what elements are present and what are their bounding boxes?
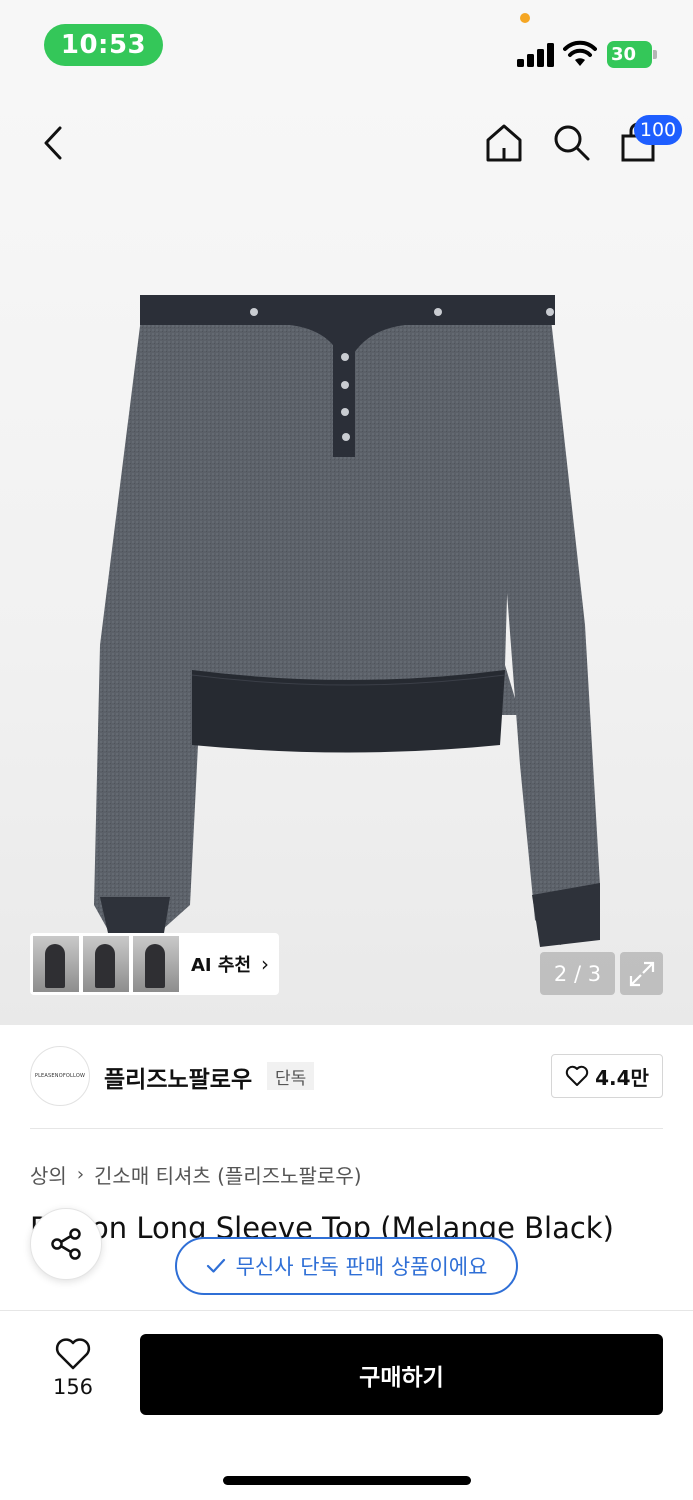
divider — [30, 1128, 663, 1129]
product-like-button[interactable]: 156 — [40, 1337, 106, 1405]
ai-recommend-thumbnail — [33, 936, 79, 992]
breadcrumb-category[interactable]: 상의 — [30, 1160, 67, 1189]
home-icon — [486, 124, 522, 162]
brand-name[interactable]: 플리즈노팔로우 — [104, 1060, 252, 1094]
brand-like-button[interactable]: 4.4만 — [551, 1054, 663, 1098]
chevron-right-icon: › — [261, 952, 270, 976]
back-arrow-icon — [44, 126, 62, 160]
product-like-count: 156 — [52, 1375, 94, 1399]
home-button[interactable] — [480, 118, 528, 166]
brand-like-count: 4.4만 — [595, 1065, 649, 1090]
heart-icon — [565, 1065, 589, 1086]
heart-icon — [55, 1338, 91, 1370]
product-photo — [94, 295, 600, 947]
exclusive-sale-text: 무신사 단독 판매 상품이에요 — [235, 1255, 488, 1279]
breadcrumb: 상의 › 긴소매 티셔츠 (플리즈노팔로우) — [30, 1160, 362, 1189]
battery-tip — [653, 50, 657, 59]
ai-recommend-thumbnail — [83, 936, 129, 992]
image-page-indicator: 2 / 3 — [540, 952, 615, 995]
signal-icon — [517, 43, 554, 67]
status-time: 10:53 — [44, 24, 163, 66]
search-icon — [554, 125, 590, 161]
battery-level: 30 — [607, 41, 652, 68]
buy-button[interactable]: 구매하기 — [140, 1334, 663, 1415]
exclusive-sale-toast: 무신사 단독 판매 상품이에요 — [175, 1237, 518, 1295]
battery-icon: 30 — [607, 41, 657, 68]
brand-logo[interactable]: PLEASENOFOLLOW — [30, 1046, 90, 1106]
mic-indicator-dot — [520, 13, 530, 23]
ai-recommend-card[interactable]: AI 추천 › — [30, 933, 279, 995]
bottom-action-bar: 156 구매하기 — [0, 1310, 693, 1500]
ai-recommend-label: AI 추천 — [191, 955, 252, 976]
breadcrumb-subcategory[interactable]: 긴소매 티셔츠 (플리즈노팔로우) — [94, 1160, 362, 1189]
product-image-gallery[interactable]: 100 AI 추천 › 2 / 3 — [0, 90, 693, 1025]
chevron-right-icon: › — [76, 1164, 85, 1185]
share-button[interactable] — [30, 1208, 102, 1280]
cart-count-badge: 100 — [634, 115, 682, 145]
ai-recommend-thumbnail — [133, 936, 179, 992]
share-icon — [51, 1228, 81, 1260]
back-button[interactable] — [30, 120, 76, 166]
expand-icon — [629, 961, 654, 986]
wifi-icon — [563, 40, 597, 66]
status-bar: 10:53 30 — [0, 0, 693, 90]
exclusive-tag: 단독 — [267, 1062, 315, 1090]
home-indicator[interactable] — [223, 1476, 471, 1485]
search-button[interactable] — [547, 118, 595, 166]
check-icon — [206, 1258, 225, 1273]
expand-image-button[interactable] — [620, 952, 663, 995]
brand-row: PLEASENOFOLLOW 플리즈노팔로우 단독 4.4만 — [30, 1046, 663, 1108]
